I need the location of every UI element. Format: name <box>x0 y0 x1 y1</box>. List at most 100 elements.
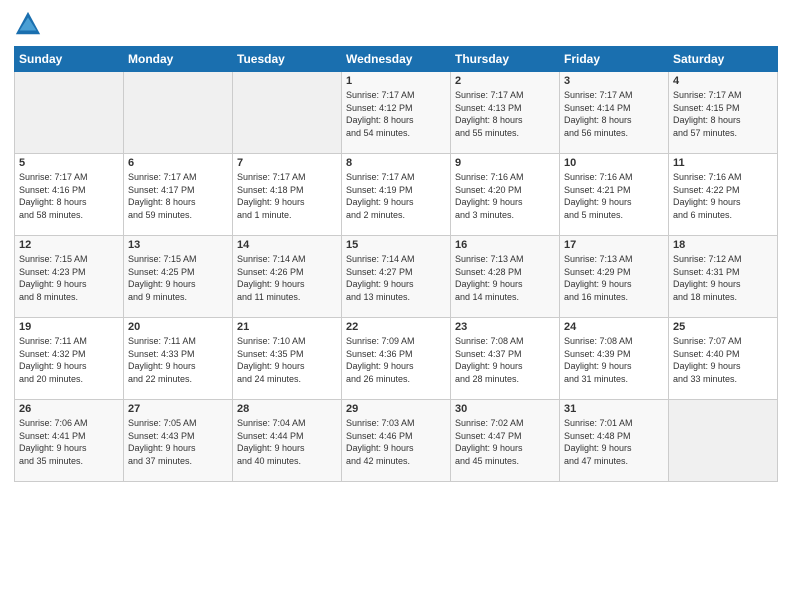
day-info: Sunrise: 7:12 AM Sunset: 4:31 PM Dayligh… <box>673 253 773 303</box>
calendar-cell: 18 Sunrise: 7:12 AM Sunset: 4:31 PM Dayli… <box>669 236 778 318</box>
day-info: Sunrise: 7:17 AM Sunset: 4:12 PM Dayligh… <box>346 89 446 139</box>
calendar-cell: 24Sunrise: 7:08 AM Sunset: 4:39 PM Dayli… <box>560 318 669 400</box>
day-number: 24 <box>564 321 664 333</box>
calendar-week-row: 12 Sunrise: 7:15 AM Sunset: 4:23 PM Dayli… <box>15 236 778 318</box>
header <box>14 10 778 38</box>
day-number: 15 <box>346 239 446 251</box>
calendar-cell: 31 Sunrise: 7:01 AM Sunset: 4:48 PM Dayli… <box>560 400 669 482</box>
calendar-cell: 4 Sunrise: 7:17 AM Sunset: 4:15 PM Daylig… <box>669 72 778 154</box>
calendar-cell: 7 Sunrise: 7:17 AM Sunset: 4:18 PM Daylig… <box>233 154 342 236</box>
day-number: 8 <box>346 157 446 169</box>
calendar-cell: 9 Sunrise: 7:16 AM Sunset: 4:20 PM Daylig… <box>451 154 560 236</box>
calendar-cell: 21 Sunrise: 7:10 AM Sunset: 4:35 PM Dayli… <box>233 318 342 400</box>
calendar-cell: 27Sunrise: 7:05 AM Sunset: 4:43 PM Dayli… <box>124 400 233 482</box>
calendar-cell: 17Sunrise: 7:13 AM Sunset: 4:29 PM Dayli… <box>560 236 669 318</box>
day-info: Sunrise: 7:02 AM Sunset: 4:47 PM Dayligh… <box>455 417 555 467</box>
calendar-cell <box>233 72 342 154</box>
day-info: Sunrise: 7:17 AM Sunset: 4:14 PM Dayligh… <box>564 89 664 139</box>
calendar-cell: 16 Sunrise: 7:13 AM Sunset: 4:28 PM Dayli… <box>451 236 560 318</box>
day-info: Sunrise: 7:08 AM Sunset: 4:37 PM Dayligh… <box>455 335 555 385</box>
weekday-header: Thursday <box>451 47 560 72</box>
day-info: Sunrise: 7:17 AM Sunset: 4:18 PM Dayligh… <box>237 171 337 221</box>
weekday-header: Wednesday <box>342 47 451 72</box>
day-info: Sunrise: 7:04 AM Sunset: 4:44 PM Dayligh… <box>237 417 337 467</box>
day-number: 2 <box>455 75 555 87</box>
calendar-cell: 30 Sunrise: 7:02 AM Sunset: 4:47 PM Dayli… <box>451 400 560 482</box>
calendar-cell: 13 Sunrise: 7:15 AM Sunset: 4:25 PM Dayli… <box>124 236 233 318</box>
calendar-cell: 6 Sunrise: 7:17 AM Sunset: 4:17 PM Daylig… <box>124 154 233 236</box>
calendar-week-row: 19 Sunrise: 7:11 AM Sunset: 4:32 PM Dayli… <box>15 318 778 400</box>
day-info: Sunrise: 7:16 AM Sunset: 4:20 PM Dayligh… <box>455 171 555 221</box>
day-info: Sunrise: 7:17 AM Sunset: 4:17 PM Dayligh… <box>128 171 228 221</box>
calendar-cell <box>669 400 778 482</box>
day-info: Sunrise: 7:17 AM Sunset: 4:19 PM Dayligh… <box>346 171 446 221</box>
calendar-week-row: 1 Sunrise: 7:17 AM Sunset: 4:12 PM Daylig… <box>15 72 778 154</box>
day-number: 17 <box>564 239 664 251</box>
calendar-cell: 19 Sunrise: 7:11 AM Sunset: 4:32 PM Dayli… <box>15 318 124 400</box>
day-number: 26 <box>19 403 119 415</box>
day-info: Sunrise: 7:01 AM Sunset: 4:48 PM Dayligh… <box>564 417 664 467</box>
day-number: 23 <box>455 321 555 333</box>
calendar-week-row: 26 Sunrise: 7:06 AM Sunset: 4:41 PM Dayli… <box>15 400 778 482</box>
weekday-header: Monday <box>124 47 233 72</box>
day-number: 18 <box>673 239 773 251</box>
day-number: 21 <box>237 321 337 333</box>
day-info: Sunrise: 7:06 AM Sunset: 4:41 PM Dayligh… <box>19 417 119 467</box>
day-number: 5 <box>19 157 119 169</box>
weekday-header-row: SundayMondayTuesdayWednesdayThursdayFrid… <box>15 47 778 72</box>
day-number: 30 <box>455 403 555 415</box>
day-number: 10 <box>564 157 664 169</box>
day-number: 7 <box>237 157 337 169</box>
day-info: Sunrise: 7:16 AM Sunset: 4:22 PM Dayligh… <box>673 171 773 221</box>
day-number: 9 <box>455 157 555 169</box>
day-info: Sunrise: 7:10 AM Sunset: 4:35 PM Dayligh… <box>237 335 337 385</box>
day-info: Sunrise: 7:11 AM Sunset: 4:32 PM Dayligh… <box>19 335 119 385</box>
day-info: Sunrise: 7:07 AM Sunset: 4:40 PM Dayligh… <box>673 335 773 385</box>
day-number: 16 <box>455 239 555 251</box>
day-number: 31 <box>564 403 664 415</box>
day-info: Sunrise: 7:17 AM Sunset: 4:13 PM Dayligh… <box>455 89 555 139</box>
calendar-cell: 14 Sunrise: 7:14 AM Sunset: 4:26 PM Dayli… <box>233 236 342 318</box>
logo-icon <box>14 10 42 38</box>
day-number: 3 <box>564 75 664 87</box>
day-number: 12 <box>19 239 119 251</box>
day-number: 19 <box>19 321 119 333</box>
day-info: Sunrise: 7:15 AM Sunset: 4:23 PM Dayligh… <box>19 253 119 303</box>
day-info: Sunrise: 7:03 AM Sunset: 4:46 PM Dayligh… <box>346 417 446 467</box>
calendar-week-row: 5Sunrise: 7:17 AM Sunset: 4:16 PM Daylig… <box>15 154 778 236</box>
day-info: Sunrise: 7:09 AM Sunset: 4:36 PM Dayligh… <box>346 335 446 385</box>
day-number: 1 <box>346 75 446 87</box>
day-number: 14 <box>237 239 337 251</box>
calendar-cell: 25 Sunrise: 7:07 AM Sunset: 4:40 PM Dayli… <box>669 318 778 400</box>
day-info: Sunrise: 7:17 AM Sunset: 4:15 PM Dayligh… <box>673 89 773 139</box>
day-number: 6 <box>128 157 228 169</box>
weekday-header: Saturday <box>669 47 778 72</box>
weekday-header: Tuesday <box>233 47 342 72</box>
calendar-cell: 20Sunrise: 7:11 AM Sunset: 4:33 PM Dayli… <box>124 318 233 400</box>
day-info: Sunrise: 7:13 AM Sunset: 4:28 PM Dayligh… <box>455 253 555 303</box>
day-number: 22 <box>346 321 446 333</box>
calendar-cell: 5Sunrise: 7:17 AM Sunset: 4:16 PM Daylig… <box>15 154 124 236</box>
calendar-cell: 28Sunrise: 7:04 AM Sunset: 4:44 PM Dayli… <box>233 400 342 482</box>
day-number: 20 <box>128 321 228 333</box>
day-number: 25 <box>673 321 773 333</box>
calendar-cell: 11 Sunrise: 7:16 AM Sunset: 4:22 PM Dayli… <box>669 154 778 236</box>
calendar-cell: 12 Sunrise: 7:15 AM Sunset: 4:23 PM Dayli… <box>15 236 124 318</box>
day-info: Sunrise: 7:15 AM Sunset: 4:25 PM Dayligh… <box>128 253 228 303</box>
day-number: 29 <box>346 403 446 415</box>
calendar-cell: 8 Sunrise: 7:17 AM Sunset: 4:19 PM Daylig… <box>342 154 451 236</box>
day-number: 13 <box>128 239 228 251</box>
day-info: Sunrise: 7:14 AM Sunset: 4:26 PM Dayligh… <box>237 253 337 303</box>
calendar-cell: 23 Sunrise: 7:08 AM Sunset: 4:37 PM Dayli… <box>451 318 560 400</box>
day-number: 11 <box>673 157 773 169</box>
weekday-header: Friday <box>560 47 669 72</box>
day-number: 4 <box>673 75 773 87</box>
calendar-cell: 2 Sunrise: 7:17 AM Sunset: 4:13 PM Daylig… <box>451 72 560 154</box>
calendar-cell: 1 Sunrise: 7:17 AM Sunset: 4:12 PM Daylig… <box>342 72 451 154</box>
logo <box>14 10 46 38</box>
calendar-cell: 15Sunrise: 7:14 AM Sunset: 4:27 PM Dayli… <box>342 236 451 318</box>
calendar-cell: 29 Sunrise: 7:03 AM Sunset: 4:46 PM Dayli… <box>342 400 451 482</box>
calendar-cell <box>15 72 124 154</box>
calendar-table: SundayMondayTuesdayWednesdayThursdayFrid… <box>14 46 778 482</box>
calendar-cell: 22 Sunrise: 7:09 AM Sunset: 4:36 PM Dayli… <box>342 318 451 400</box>
